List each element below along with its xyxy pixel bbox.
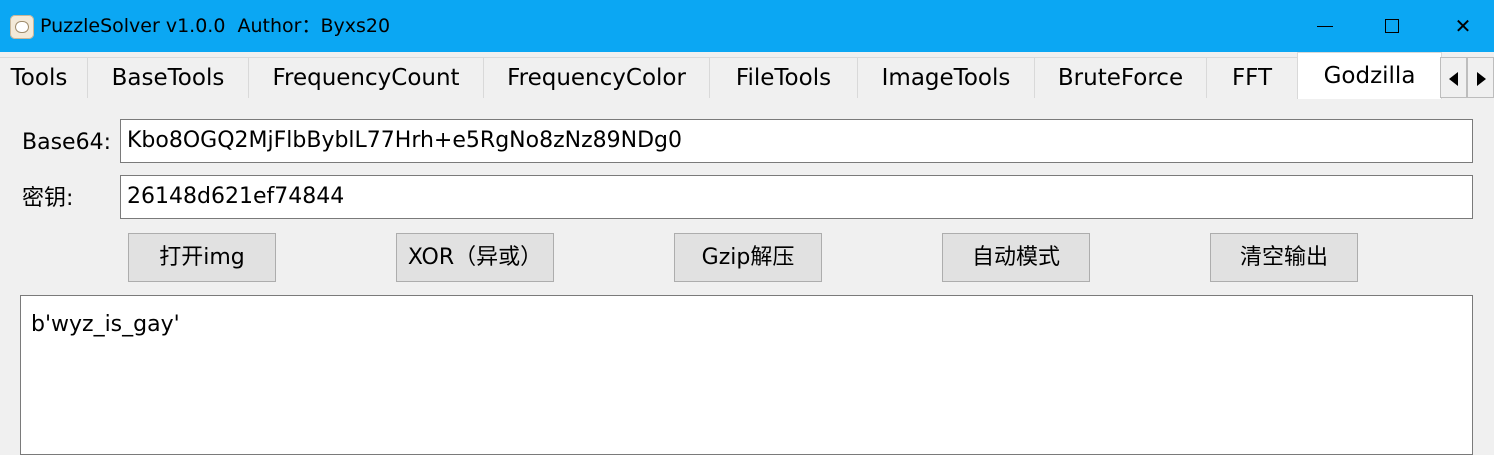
window-title: PuzzleSolver v1.0.0 Author：Byxs20	[40, 15, 391, 37]
arrow-left-icon	[1449, 72, 1458, 86]
base64-label: Base64:	[22, 130, 111, 155]
tab-imagetools[interactable]: ImageTools	[857, 57, 1035, 98]
maximize-icon	[1385, 19, 1399, 33]
tab-strip: Tools BaseTools FrequencyCount Frequency…	[0, 52, 1494, 99]
tab-tools[interactable]: Tools	[0, 57, 88, 98]
title-bar: PuzzleSolver v1.0.0 Author：Byxs20 ✕	[0, 0, 1494, 52]
close-button[interactable]: ✕	[1428, 0, 1494, 52]
auto-mode-button[interactable]: 自动模式	[942, 233, 1090, 282]
key-label: 密钥:	[22, 186, 74, 211]
tab-frequencycolor[interactable]: FrequencyColor	[483, 57, 710, 98]
tab-fft[interactable]: FFT	[1206, 57, 1298, 98]
tab-godzilla[interactable]: Godzilla	[1297, 52, 1442, 99]
gzip-button[interactable]: Gzip解压	[674, 233, 822, 282]
minimize-button[interactable]	[1290, 0, 1360, 52]
tab-filetools[interactable]: FileTools	[709, 57, 858, 98]
open-img-button[interactable]: 打开img	[128, 233, 276, 282]
base64-input[interactable]: Kbo8OGQ2MjFlbByblL77Hrh+e5RgNo8zNz89NDg0	[120, 119, 1473, 163]
arrow-right-icon	[1477, 72, 1486, 86]
clear-output-button[interactable]: 清空输出	[1210, 233, 1358, 282]
tab-basetools[interactable]: BaseTools	[87, 57, 249, 98]
xor-button[interactable]: XOR（异或）	[396, 233, 554, 282]
maximize-button[interactable]	[1358, 0, 1428, 52]
app-icon	[10, 15, 34, 39]
key-input[interactable]: 26148d621ef74844	[120, 175, 1473, 219]
tab-scroll-left-button[interactable]	[1440, 57, 1467, 98]
close-icon: ✕	[1454, 14, 1472, 38]
tab-bruteforce[interactable]: BruteForce	[1034, 57, 1207, 98]
tab-scroll-right-button[interactable]	[1467, 57, 1494, 98]
tab-frequencycount[interactable]: FrequencyCount	[248, 57, 484, 98]
minimize-icon	[1317, 26, 1333, 27]
output-textarea[interactable]: b'wyz_is_gay'	[20, 295, 1473, 455]
